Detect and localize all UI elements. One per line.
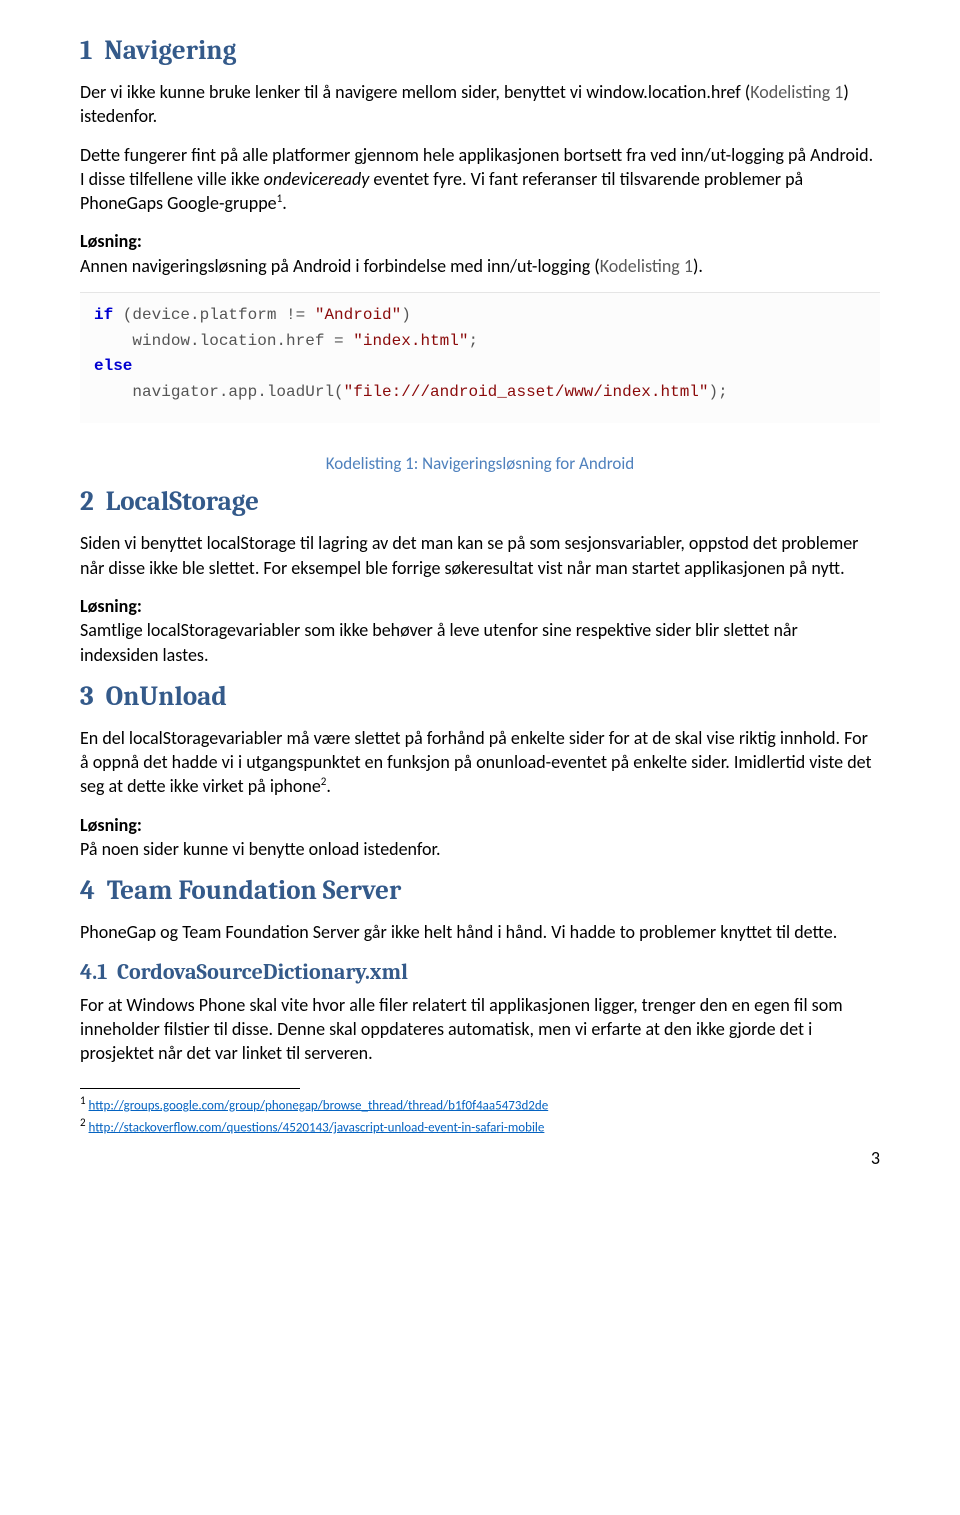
- heading-tfs: 4 Team Foundation Server: [80, 875, 880, 906]
- section-number: 2: [80, 486, 94, 517]
- para: En del localStoragevariabler må være sle…: [80, 726, 880, 799]
- section-title: OnUnload: [106, 681, 227, 712]
- heading-localstorage: 2 LocalStorage: [80, 486, 880, 517]
- losning-label: Løsning:: [80, 595, 142, 617]
- section-title: Team Foundation Server: [107, 875, 401, 906]
- page-number: 3: [80, 1146, 880, 1170]
- para: For at Windows Phone skal vite hvor alle…: [80, 993, 880, 1066]
- losning-label: Løsning:: [80, 230, 142, 252]
- footnote-separator: [80, 1088, 300, 1089]
- para: Der vi ikke kunne bruke lenker til å nav…: [80, 80, 880, 129]
- section-title: LocalStorage: [106, 486, 259, 517]
- section-title: CordovaSourceDictionary.xml: [117, 959, 408, 985]
- section-number: 1: [80, 35, 92, 66]
- section-number: 4: [80, 875, 95, 906]
- code-ref: Kodelisting 1: [600, 255, 693, 277]
- footnote-link-2[interactable]: http://stackoverflow.com/questions/45201…: [89, 1120, 545, 1135]
- para: Dette fungerer fint på alle platformer g…: [80, 143, 880, 216]
- para: Siden vi benyttet localStorage til lagri…: [80, 531, 880, 580]
- para: PhoneGap og Team Foundation Server går i…: [80, 920, 880, 944]
- heading-navigering: 1 Navigering: [80, 35, 880, 66]
- para-losning: Løsning: Annen navigeringsløsning på And…: [80, 229, 880, 278]
- section-number: 3: [80, 681, 94, 712]
- code-caption: Kodelisting 1: Navigeringsløsning for An…: [80, 453, 880, 476]
- code-ref: Kodelisting 1: [750, 81, 843, 103]
- footnote-2: 2 http://stackoverflow.com/questions/452…: [80, 1115, 880, 1138]
- heading-onunload: 3 OnUnload: [80, 681, 880, 712]
- para-losning: Løsning: På noen sider kunne vi benytte …: [80, 813, 880, 862]
- heading-cordova-xml: 4.1 CordovaSourceDictionary.xml: [80, 959, 880, 985]
- section-number: 4.1: [80, 959, 107, 985]
- para-losning: Løsning: Samtlige localStoragevariabler …: [80, 594, 880, 667]
- document-page: 1 Navigering Der vi ikke kunne bruke len…: [0, 0, 960, 1224]
- section-title: Navigering: [104, 35, 236, 66]
- code-listing-1: if (device.platform != "Android") window…: [80, 292, 880, 423]
- footnote-link-1[interactable]: http://groups.google.com/group/phonegap/…: [89, 1098, 549, 1113]
- footnote-1: 1 http://groups.google.com/group/phonega…: [80, 1093, 880, 1116]
- losning-label: Løsning:: [80, 814, 142, 836]
- term-ondeviceready: ondeviceready: [264, 168, 370, 190]
